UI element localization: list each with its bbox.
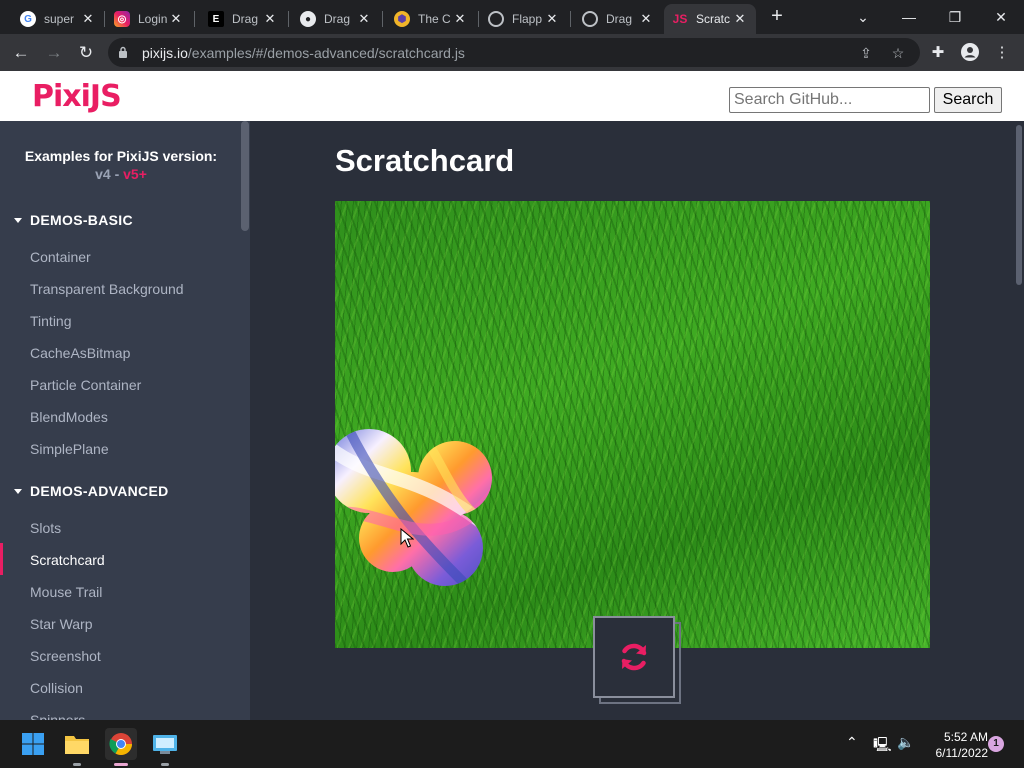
volume-icon[interactable]: 🔈 <box>897 734 914 751</box>
version-v5-link[interactable]: v5+ <box>123 166 147 182</box>
sidebar-item-transparent-background[interactable]: Transparent Background <box>30 281 184 297</box>
windows-start-icon[interactable] <box>17 728 49 760</box>
refresh-control <box>593 616 683 706</box>
refresh-button[interactable] <box>593 616 675 698</box>
forward-button[interactable]: → <box>41 40 67 66</box>
notification-badge[interactable]: 1 <box>988 736 1004 752</box>
mouse-cursor-icon <box>400 528 414 548</box>
hexagon-icon: ⬢ <box>394 11 410 27</box>
close-tab-icon[interactable]: ✕ <box>638 11 654 27</box>
browser-tab[interactable]: G super ✕ <box>12 4 104 34</box>
sidebar-item-screenshot[interactable]: Screenshot <box>30 648 101 664</box>
restore-button[interactable]: ❐ <box>932 0 978 34</box>
pixijs-logo[interactable]: PixiJS <box>32 79 122 114</box>
pixijs-icon: JS <box>672 12 688 26</box>
browser-tab[interactable]: ● Drag ✕ <box>292 4 380 34</box>
browser-tab[interactable]: ⬢ The C ✕ <box>386 4 476 34</box>
sidebar-item-collision[interactable]: Collision <box>30 680 83 696</box>
close-tab-icon[interactable]: ✕ <box>356 11 372 27</box>
page-title: Scratchcard <box>335 143 515 178</box>
close-tab-icon[interactable]: ✕ <box>262 11 278 27</box>
github-icon: ● <box>300 11 316 27</box>
browser-toolbar: ← → ↻ pixijs.io/examples/#/demos-advance… <box>0 34 1024 71</box>
page-scrollbar[interactable] <box>1014 121 1024 720</box>
site-header: PixiJS Search <box>0 71 1024 121</box>
close-tab-icon[interactable]: ✕ <box>732 11 748 27</box>
globe-icon <box>488 11 504 27</box>
back-button[interactable]: ← <box>8 40 34 66</box>
browser-tab-active[interactable]: JS Scratc ✕ <box>664 4 756 34</box>
sidebar-item-simpleplane[interactable]: SimplePlane <box>30 441 109 457</box>
tab-search-icon[interactable]: ⌄ <box>840 0 886 34</box>
sidebar-item-spinners[interactable]: Spinners <box>30 712 85 720</box>
sidebar-item-cacheasbitmap[interactable]: CacheAsBitmap <box>30 345 130 361</box>
instagram-icon: ◎ <box>114 11 130 27</box>
search-button[interactable]: Search <box>934 87 1002 113</box>
globe-icon <box>582 11 598 27</box>
web-page: PixiJS Search Examples for PixiJS versio… <box>0 71 1024 720</box>
control-panel-icon[interactable] <box>149 728 181 766</box>
sidebar-item-scratchcard[interactable]: Scratchcard <box>30 552 105 568</box>
sidebar-item-blendmodes[interactable]: BlendModes <box>30 409 108 425</box>
chrome-icon[interactable] <box>105 728 137 766</box>
e-icon: E <box>208 11 224 27</box>
scratchcard-canvas[interactable] <box>335 201 930 648</box>
version-switcher: v4 - v5+ <box>95 166 147 182</box>
version-v4-link[interactable]: v4 <box>95 166 111 182</box>
sidebar-item-particle-container[interactable]: Particle Container <box>30 377 141 393</box>
new-tab-button[interactable]: + <box>766 6 788 28</box>
url-text[interactable]: pixijs.io/examples/#/demos-advanced/scra… <box>142 45 465 61</box>
close-tab-icon[interactable]: ✕ <box>452 11 468 27</box>
minimize-button[interactable]: — <box>886 0 932 34</box>
close-tab-icon[interactable]: ✕ <box>80 11 96 27</box>
reload-button[interactable]: ↻ <box>73 40 99 66</box>
close-window-button[interactable]: ✕ <box>978 0 1024 34</box>
tab-strip: G super ✕ ◎ Login ✕ E Drag ✕ ● Drag ✕ ⬢ … <box>0 0 1024 34</box>
sidebar-item-tinting[interactable]: Tinting <box>30 313 72 329</box>
page-scrollbar-thumb[interactable] <box>1016 125 1022 285</box>
chevron-down-icon <box>14 217 22 223</box>
version-heading: Examples for PixiJS version: <box>24 148 218 164</box>
extensions-icon[interactable]: ✚ <box>926 40 950 64</box>
taskbar: ⌃ 🖳 🔈 5:52 AM 6/11/2022 1 <box>0 720 1024 768</box>
clock[interactable]: 5:52 AM 6/11/2022 <box>924 729 989 761</box>
lock-icon[interactable] <box>118 46 128 58</box>
browser-tab[interactable]: Flapp ✕ <box>480 4 568 34</box>
section-demos-basic[interactable]: DEMOS-BASIC <box>14 212 133 228</box>
sidebar-item-slots[interactable]: Slots <box>30 520 61 536</box>
scratched-reveal <box>335 429 492 586</box>
google-icon: G <box>20 11 36 27</box>
section-demos-advanced[interactable]: DEMOS-ADVANCED <box>14 483 169 499</box>
chevron-down-icon <box>14 488 22 494</box>
sidebar-item-star-warp[interactable]: Star Warp <box>30 616 93 632</box>
close-tab-icon[interactable]: ✕ <box>544 11 560 27</box>
browser-menu-icon[interactable]: ⋮ <box>990 40 1014 64</box>
share-icon[interactable]: ⇪ <box>856 43 876 63</box>
search-input[interactable] <box>729 87 930 113</box>
close-tab-icon[interactable]: ✕ <box>168 11 184 27</box>
show-hidden-icons[interactable]: ⌃ <box>846 734 858 751</box>
address-bar[interactable]: pixijs.io/examples/#/demos-advanced/scra… <box>108 38 920 67</box>
sidebar-scrollbar[interactable] <box>241 121 249 231</box>
profile-icon[interactable] <box>958 40 982 64</box>
refresh-icon <box>621 643 647 671</box>
active-indicator <box>0 543 3 575</box>
sidebar-item-mouse-trail[interactable]: Mouse Trail <box>30 584 102 600</box>
browser-tab[interactable]: Drag ✕ <box>574 4 662 34</box>
file-explorer-icon[interactable] <box>61 728 93 766</box>
browser-tab[interactable]: ◎ Login ✕ <box>106 4 192 34</box>
browser-tab[interactable]: E Drag ✕ <box>200 4 286 34</box>
bookmark-star-icon[interactable]: ☆ <box>888 43 908 63</box>
sidebar: Examples for PixiJS version: v4 - v5+ DE… <box>0 121 250 720</box>
network-icon[interactable]: 🖳 <box>873 734 892 758</box>
main-content: Scratchcard <box>250 121 1014 720</box>
sidebar-item-container[interactable]: Container <box>30 249 91 265</box>
